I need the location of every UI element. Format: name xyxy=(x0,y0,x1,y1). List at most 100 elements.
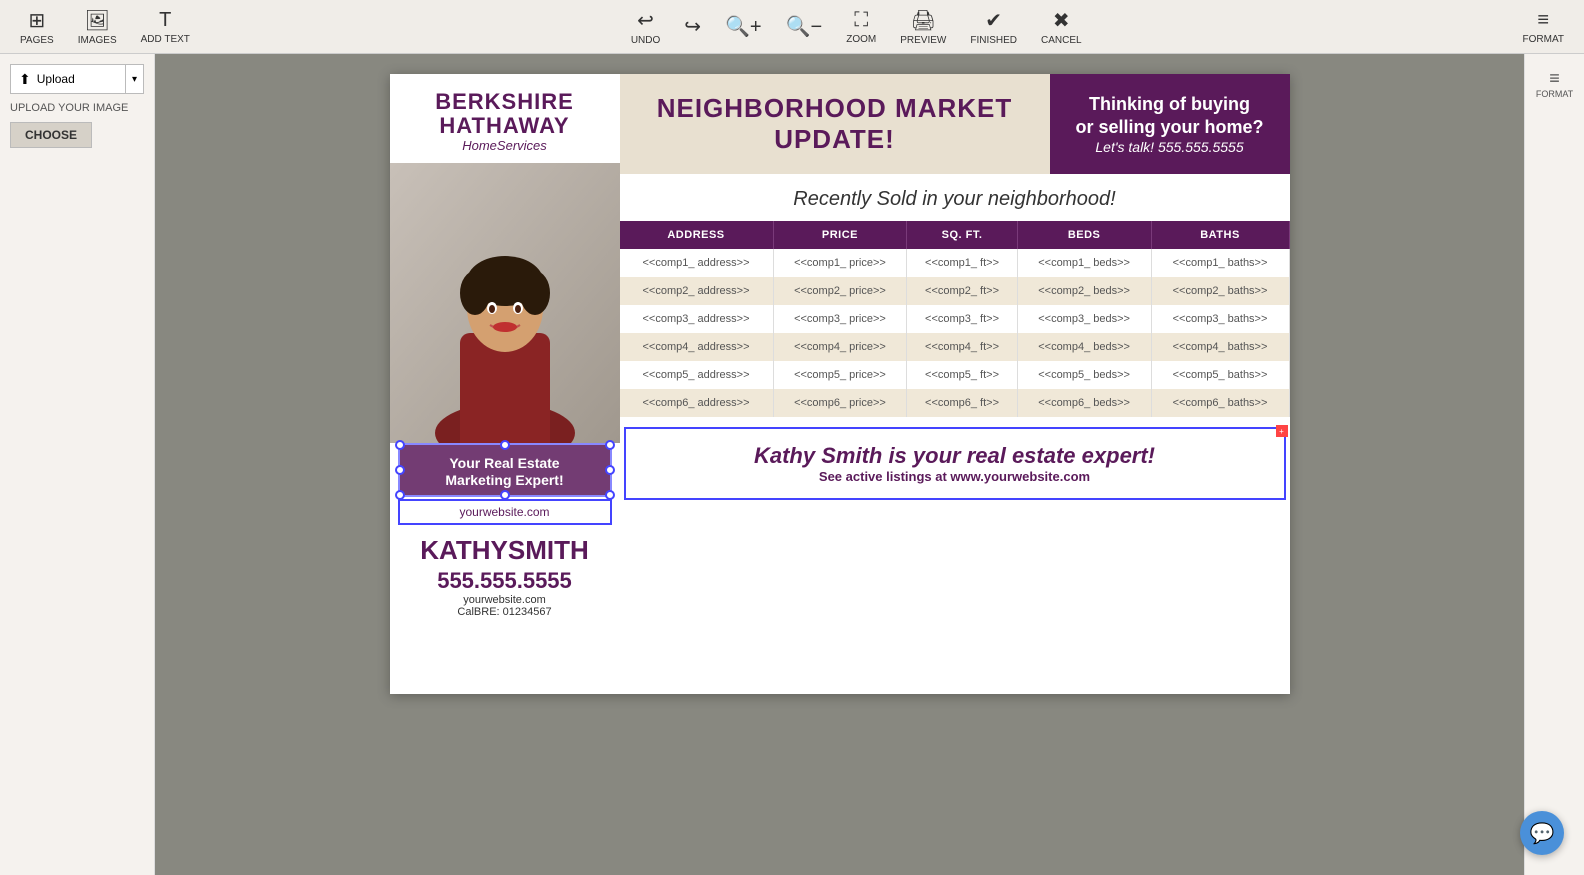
upload-your-image-label: UPLOAD YOUR IMAGE xyxy=(10,102,144,114)
cancel-icon: ✖ xyxy=(1053,8,1070,33)
flyer: BERKSHIRE HATHAWAY HomeServices xyxy=(390,74,1290,694)
canvas-area: BERKSHIRE HATHAWAY HomeServices xyxy=(155,54,1524,875)
pages-button[interactable]: ⊞ PAGES xyxy=(8,4,66,50)
table-row: <<comp2_ address>><<comp2_ price>><<comp… xyxy=(620,277,1290,305)
handle-tl xyxy=(395,440,405,450)
col-price: PRICE xyxy=(773,221,907,249)
choose-button[interactable]: CHOOSE xyxy=(10,122,92,148)
table-cell: <<comp1_ baths>> xyxy=(1151,249,1289,277)
handle-tr xyxy=(605,440,615,450)
table-cell: <<comp3_ baths>> xyxy=(1151,305,1289,333)
table-cell: <<comp3_ beds>> xyxy=(1017,305,1151,333)
table-cell: <<comp6_ price>> xyxy=(773,389,907,417)
table-row: <<comp1_ address>><<comp1_ price>><<comp… xyxy=(620,249,1290,277)
table-cell: <<comp5_ ft>> xyxy=(907,361,1017,389)
agent-website-text: yourwebsite.com xyxy=(459,505,549,519)
redo-icon: ↪ xyxy=(684,14,701,39)
undo-button[interactable]: ↩ UNDO xyxy=(631,8,660,46)
table-row: <<comp4_ address>><<comp4_ price>> <<comp… xyxy=(620,333,1290,361)
upload-button[interactable]: ⬆ Upload xyxy=(11,71,125,88)
brand-header: BERKSHIRE HATHAWAY HomeServices xyxy=(390,74,620,163)
cancel-button[interactable]: ✖ CANCEL xyxy=(1041,8,1082,46)
cancel-label: CANCEL xyxy=(1041,35,1082,46)
table-cell: <<comp3_ address>> xyxy=(620,305,774,333)
pages-icon: ⊞ xyxy=(28,8,45,33)
agent-photo-svg xyxy=(390,163,620,443)
format-button[interactable]: ≡ FORMAT xyxy=(1511,5,1576,49)
chat-icon: 💬 xyxy=(1530,821,1555,846)
chat-bubble-button[interactable]: 💬 xyxy=(1520,811,1564,855)
upload-dropdown[interactable]: ▾ xyxy=(125,65,143,93)
cta-line1: Thinking of buying xyxy=(1075,93,1263,116)
zoom-out-icon: 🔍− xyxy=(786,14,823,39)
zoom-in-icon: 🔍+ xyxy=(725,14,762,39)
agent-last-name: SMITH xyxy=(508,535,589,565)
finished-icon: ✔ xyxy=(985,8,1002,33)
left-panel: ⬆ Upload ▾ UPLOAD YOUR IMAGE CHOOSE xyxy=(0,54,155,875)
comp-table-body: <<comp1_ address>><<comp1_ price>><<comp… xyxy=(620,249,1290,417)
zoom-out-button[interactable]: 🔍− xyxy=(786,14,823,39)
undo-label: UNDO xyxy=(631,35,660,46)
table-cell: <<comp2_ beds>> xyxy=(1017,277,1151,305)
header-banner: NEIGHBORHOOD MARKET UPDATE! Thinking of … xyxy=(620,74,1290,174)
add-text-icon: T xyxy=(159,9,171,32)
upload-button-wrapper[interactable]: ⬆ Upload ▾ xyxy=(10,64,144,94)
handle-tc xyxy=(500,440,510,450)
table-cell: <<comp1_ address>> xyxy=(620,249,774,277)
comp-table: ADDRESS PRICE SQ. FT. BEDS BATHS <<comp1… xyxy=(620,221,1290,417)
col-sqft: SQ. FT. xyxy=(907,221,1017,249)
redo-button[interactable]: ↪ xyxy=(684,14,701,39)
format-icon: ≡ xyxy=(1537,9,1549,32)
table-row: <<comp6_ address>><<comp6_ price>><<comp… xyxy=(620,389,1290,417)
agent-contact: 555.555.5555 yourwebsite.com CalBRE: 012… xyxy=(390,568,620,624)
preview-button[interactable]: 🖨 PREVIEW xyxy=(900,8,946,46)
fit-button[interactable]: ⛶ ZOOM xyxy=(846,9,876,45)
footer-banner[interactable]: + Kathy Smith is your real estate expert… xyxy=(624,427,1286,500)
table-cell: <<comp1_ ft>> xyxy=(907,249,1017,277)
preview-label: PREVIEW xyxy=(900,35,946,46)
agent-name: KATHYSMITH xyxy=(390,527,620,568)
agent-info-box[interactable]: Your Real Estate Marketing Expert! xyxy=(398,443,612,497)
upload-icon: ⬆ xyxy=(19,71,31,88)
agent-website-box[interactable]: yourwebsite.com xyxy=(398,499,612,525)
footer-main-text: Kathy Smith is your real estate expert! xyxy=(634,443,1276,469)
table-cell: <<comp4_ price>> xyxy=(773,333,907,361)
table-cell: <<comp5_ address>> xyxy=(620,361,774,389)
flyer-left-column: BERKSHIRE HATHAWAY HomeServices xyxy=(390,74,620,624)
table-cell: <<comp6_ ft>> xyxy=(907,389,1017,417)
fit-icon: ⛶ xyxy=(854,9,868,32)
cta-phone: Let's talk! 555.555.5555 xyxy=(1075,139,1263,155)
zoom-in-button[interactable]: 🔍+ xyxy=(725,14,762,39)
table-cell: <<comp4_ address>> xyxy=(620,333,774,361)
recently-sold-heading: Recently Sold in your neighborhood! xyxy=(620,174,1290,221)
table-row: <<comp3_ address>><<comp3_ price>> <<comp… xyxy=(620,305,1290,333)
table-cell: <<comp3_ price>> xyxy=(773,305,907,333)
preview-icon: 🖨 xyxy=(911,8,936,33)
finished-button[interactable]: ✔ FINISHED xyxy=(970,8,1017,46)
images-button[interactable]: 🖼 IMAGES xyxy=(66,4,129,50)
table-cell: <<comp6_ beds>> xyxy=(1017,389,1151,417)
table-row: <<comp5_ address>><<comp5_ price>><<comp… xyxy=(620,361,1290,389)
add-text-button[interactable]: T ADD TEXT xyxy=(129,5,202,49)
format-panel-button[interactable]: ≡ FORMAT xyxy=(1532,64,1577,103)
agent-bre: CalBRE: 01234567 xyxy=(394,606,616,618)
upload-label: Upload xyxy=(37,72,75,86)
format-panel-icon: ≡ xyxy=(1549,68,1560,89)
comp-table-head: ADDRESS PRICE SQ. FT. BEDS BATHS xyxy=(620,221,1290,249)
brand-name-line1: BERKSHIRE xyxy=(400,90,610,114)
cta-line2: or selling your home? xyxy=(1075,116,1263,139)
agent-website-small: yourwebsite.com xyxy=(394,594,616,606)
table-cell: <<comp5_ beds>> xyxy=(1017,361,1151,389)
table-cell: <<comp4_ baths>> xyxy=(1151,333,1289,361)
toolbar-right: ≡ FORMAT xyxy=(1511,5,1576,49)
toolbar-center: ↩ UNDO ↪ 🔍+ 🔍− ⛶ ZOOM 🖨 PREVIEW ✔ FINISH… xyxy=(631,8,1082,46)
pages-label: PAGES xyxy=(20,35,54,46)
table-cell: <<comp1_ beds>> xyxy=(1017,249,1151,277)
undo-icon: ↩ xyxy=(637,8,654,33)
handle-bl xyxy=(395,490,405,500)
table-cell: <<comp6_ baths>> xyxy=(1151,389,1289,417)
flyer-top: BERKSHIRE HATHAWAY HomeServices xyxy=(390,74,1290,624)
header-cta: Thinking of buying or selling your home?… xyxy=(1050,74,1290,174)
corner-resize-handle[interactable]: + xyxy=(1276,425,1288,437)
col-address: ADDRESS xyxy=(620,221,774,249)
